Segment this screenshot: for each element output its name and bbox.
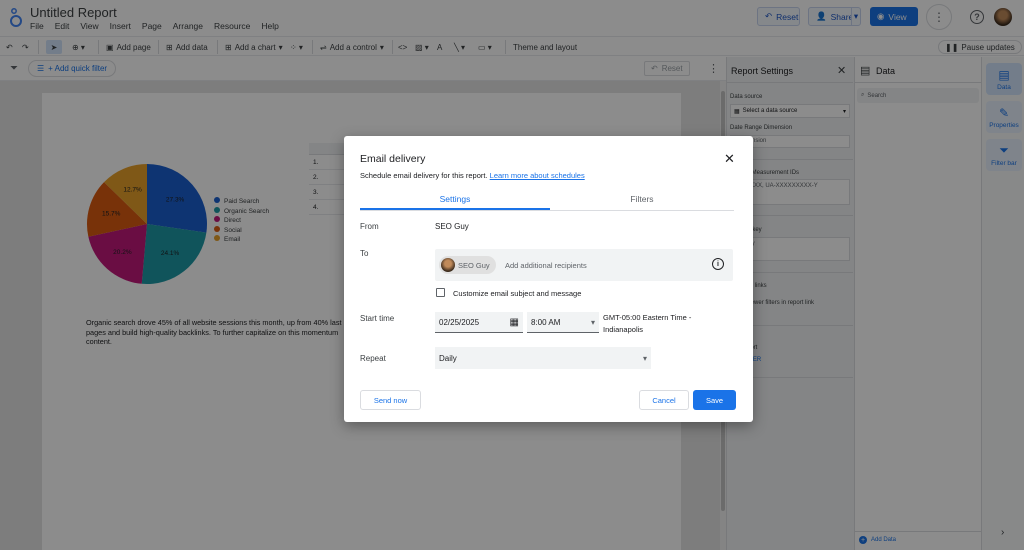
- caret-down-icon: ▾: [642, 353, 647, 363]
- start-date-field[interactable]: 02/25/2025 ▦: [435, 312, 523, 333]
- recipient-chip[interactable]: SEO Guy: [439, 256, 496, 274]
- repeat-select[interactable]: Daily ▾: [435, 347, 651, 369]
- repeat-label: Repeat: [360, 354, 386, 363]
- dialog-title: Email delivery: [360, 153, 426, 165]
- info-icon[interactable]: i: [712, 258, 724, 270]
- save-button[interactable]: Save: [693, 390, 736, 410]
- calendar-icon[interactable]: ▦: [510, 317, 519, 328]
- email-delivery-dialog: Email delivery ✕ Schedule email delivery…: [344, 136, 753, 422]
- cancel-button[interactable]: Cancel: [639, 390, 689, 410]
- dialog-subtitle: Schedule email delivery for this report.: [360, 171, 488, 180]
- start-time-select[interactable]: 8:00 AM ▾: [527, 312, 599, 333]
- to-label: To: [360, 249, 369, 258]
- caret-down-icon: ▾: [590, 317, 595, 327]
- tab-filters[interactable]: Filters: [550, 194, 734, 210]
- start-time-label: Start time: [360, 314, 395, 323]
- customize-checkbox[interactable]: [436, 288, 445, 297]
- avatar: [441, 258, 455, 272]
- from-label: From: [360, 222, 379, 231]
- close-icon[interactable]: ✕: [724, 151, 735, 167]
- customize-label: Customize email subject and message: [453, 289, 582, 298]
- learn-more-link[interactable]: Learn more about schedules: [490, 171, 585, 180]
- recipient-input[interactable]: Add additional recipients: [505, 261, 587, 270]
- recipients-field[interactable]: SEO Guy Add additional recipients i: [435, 249, 733, 281]
- from-value: SEO Guy: [435, 222, 469, 231]
- tab-settings[interactable]: Settings: [360, 194, 550, 210]
- send-now-button[interactable]: Send now: [360, 390, 421, 410]
- timezone-text[interactable]: GMT-05:00 Eastern Time - Indianapolis: [603, 312, 691, 336]
